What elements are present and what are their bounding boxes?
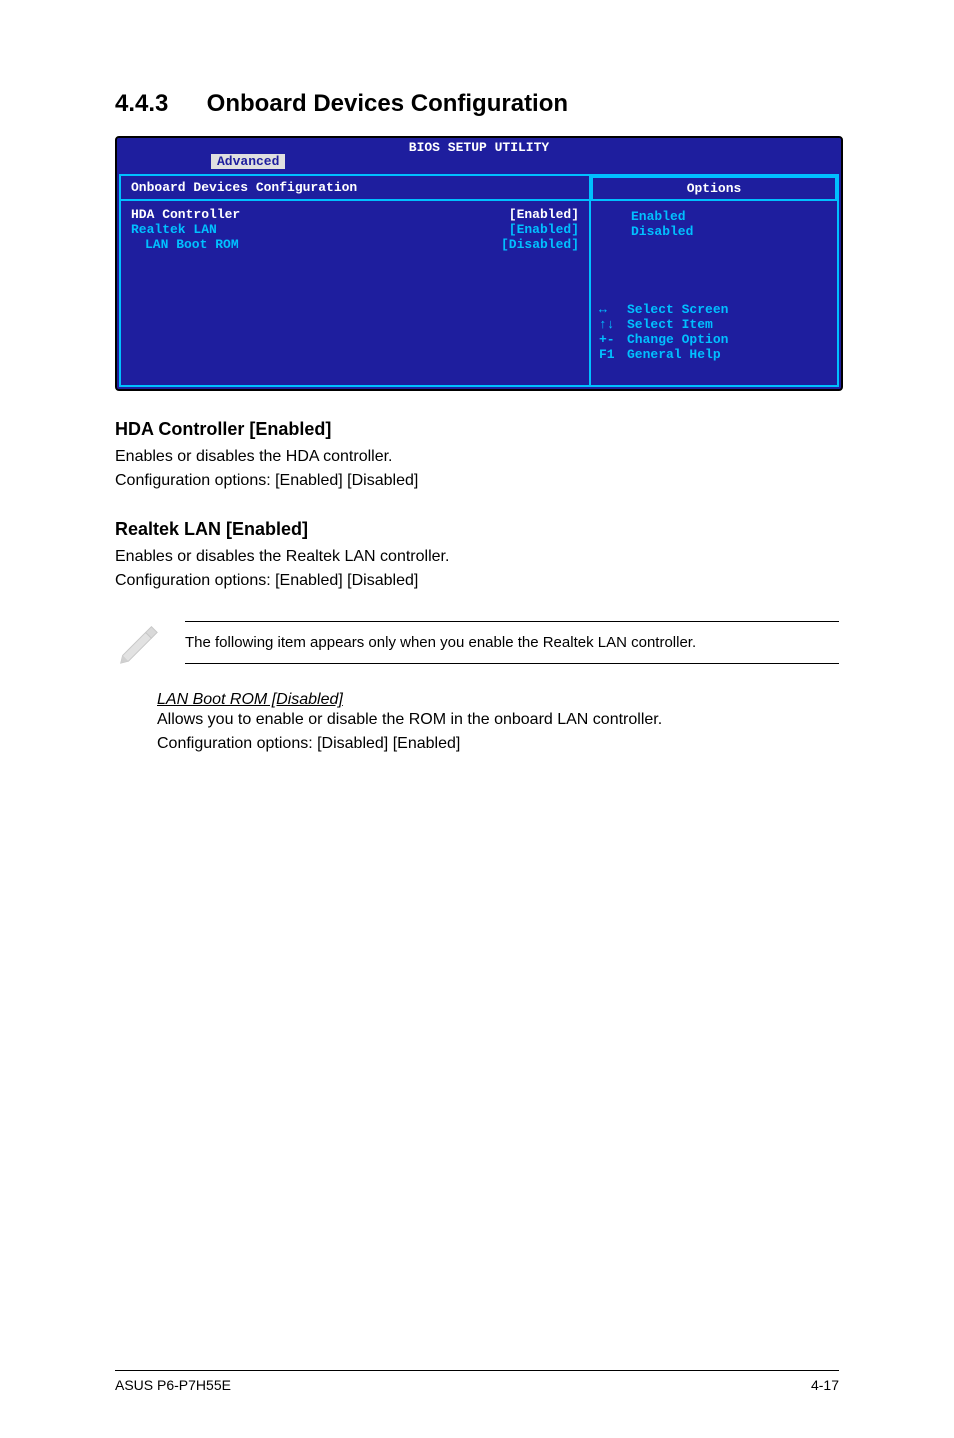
bios-nav-help: ↔Select Screen ↑↓Select Item +-Change Op…: [599, 287, 829, 377]
nav-label-item: Select Item: [627, 317, 713, 332]
realtek-desc-2: Configuration options: [Enabled] [Disabl…: [115, 570, 839, 592]
bios-value-lanboot: [Disabled]: [501, 237, 579, 252]
lanboot-heading: LAN Boot ROM [Disabled]: [157, 691, 839, 709]
bios-options-list: Enabled Disabled: [599, 209, 829, 239]
footer-left: ASUS P6-P7H55E: [115, 1377, 231, 1393]
nav-label-change: Change Option: [627, 332, 728, 347]
realtek-heading: Realtek LAN [Enabled]: [115, 519, 839, 540]
nav-sym-pm: +-: [599, 332, 627, 347]
hda-heading: HDA Controller [Enabled]: [115, 419, 839, 440]
nav-sym-ud: ↑↓: [599, 317, 627, 332]
bios-value-hda: [Enabled]: [509, 207, 579, 222]
realtek-desc-1: Enables or disables the Realtek LAN cont…: [115, 546, 839, 568]
page-footer: ASUS P6-P7H55E 4-17: [115, 1370, 839, 1393]
hda-desc-1: Enables or disables the HDA controller.: [115, 446, 839, 468]
note-text: The following item appears only when you…: [185, 634, 696, 651]
section-title-text: Onboard Devices Configuration: [207, 90, 568, 117]
section-heading: 4.4.3 Onboard Devices Configuration: [115, 90, 839, 118]
bios-item-lanboot: LAN Boot ROM: [131, 237, 239, 252]
nav-sym-f1: F1: [599, 347, 627, 362]
bios-right-panel: Options Enabled Disabled ↔Select Screen …: [589, 174, 839, 387]
section-number: 4.4.3: [115, 90, 200, 118]
bios-option-enabled: Enabled: [631, 209, 829, 224]
bios-panel-title: Onboard Devices Configuration: [121, 180, 589, 201]
bios-options-header: Options: [591, 176, 837, 201]
bios-item-hda: HDA Controller: [131, 207, 240, 222]
nav-sym-lr: ↔: [599, 302, 627, 317]
footer-right: 4-17: [811, 1377, 839, 1393]
bios-screenshot: BIOS SETUP UTILITY Advanced Onboard Devi…: [115, 136, 843, 391]
bios-option-disabled: Disabled: [631, 224, 829, 239]
pencil-icon: [115, 619, 161, 665]
lanboot-desc-1: Allows you to enable or disable the ROM …: [157, 709, 839, 731]
bios-header: BIOS SETUP UTILITY Advanced: [117, 138, 841, 172]
bios-tab-advanced: Advanced: [211, 154, 285, 169]
bios-value-realtek: [Enabled]: [509, 222, 579, 237]
note-block: The following item appears only when you…: [115, 619, 839, 665]
bios-header-title: BIOS SETUP UTILITY: [117, 140, 841, 155]
nav-label-help: General Help: [627, 347, 721, 362]
nav-label-screen: Select Screen: [627, 302, 728, 317]
hda-desc-2: Configuration options: [Enabled] [Disabl…: [115, 470, 839, 492]
bios-item-realtek: Realtek LAN: [131, 222, 217, 237]
lanboot-desc-2: Configuration options: [Disabled] [Enabl…: [157, 733, 839, 755]
